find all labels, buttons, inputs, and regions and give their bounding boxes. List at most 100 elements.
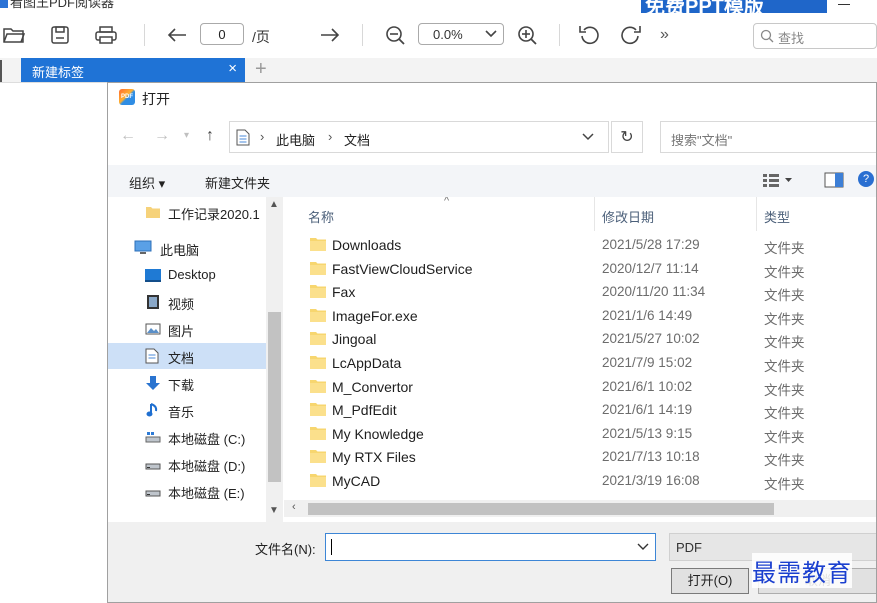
file-date: 2021/3/19 16:08 (602, 473, 700, 488)
file-row[interactable]: Jingoal 2021/5/27 10:02 文件夹 (284, 327, 876, 351)
column-header-modified[interactable]: 修改日期 (595, 197, 756, 231)
file-row[interactable]: Downloads 2021/5/28 17:29 文件夹 (284, 233, 876, 257)
nav-item-label: 本地磁盘 (D:) (168, 459, 246, 474)
drive-icon (145, 483, 161, 499)
drive-icon (145, 456, 161, 472)
nav-item-label: 文档 (168, 351, 195, 366)
picture-icon (145, 321, 161, 337)
rotate-left-icon[interactable] (576, 21, 604, 49)
back-arrow-icon[interactable]: ← (120, 127, 136, 145)
zoom-out-icon[interactable] (381, 21, 409, 49)
file-name: FastViewCloudService (332, 260, 473, 277)
nav-item-downloads[interactable]: 下载 (108, 370, 266, 396)
dialog-search-input[interactable]: 搜索"文档" (660, 121, 876, 153)
nav-item-videos[interactable]: 视频 (108, 289, 266, 315)
nav-item-drive-d[interactable]: 本地磁盘 (D:) (108, 451, 266, 477)
promo-text: 免费PPT模版 (645, 0, 764, 13)
file-row[interactable]: MyCAD 2021/3/19 16:08 文件夹 (284, 469, 876, 493)
search-input[interactable]: 查找 (753, 23, 877, 49)
breadcrumb-documents[interactable]: 文档 (344, 130, 370, 149)
address-bar[interactable]: › 此电脑 › 文档 (229, 121, 609, 153)
file-row[interactable]: My RTX Files 2021/7/13 10:18 文件夹 (284, 445, 876, 469)
open-folder-icon[interactable] (0, 21, 28, 49)
nav-item-label: 本地磁盘 (C:) (168, 432, 246, 447)
column-header-name[interactable]: 名称 ^ (284, 197, 594, 231)
file-name: My RTX Files (332, 449, 416, 466)
close-icon[interactable]: × (228, 60, 237, 77)
breadcrumb-this-pc[interactable]: 此电脑 (276, 130, 315, 149)
breadcrumb-separator[interactable]: › (260, 129, 264, 144)
document-icon (236, 129, 250, 149)
computer-icon (134, 240, 152, 256)
chevron-up-icon[interactable]: ▲ (269, 199, 279, 210)
refresh-icon[interactable]: ↻ (611, 121, 643, 153)
folder-icon (310, 379, 326, 393)
next-page-icon[interactable] (316, 21, 344, 49)
file-row[interactable]: Fax 2020/11/20 11:34 文件夹 (284, 280, 876, 304)
search-icon (760, 29, 774, 46)
filename-input[interactable] (325, 533, 656, 561)
horizontal-scrollbar[interactable]: ‹ (284, 500, 876, 517)
chevron-down-icon[interactable]: ▼ (269, 505, 279, 516)
chevron-down-icon (485, 26, 497, 43)
tab-new[interactable]: 新建标签 × (21, 58, 245, 82)
file-name: My Knowledge (332, 425, 424, 442)
minimize-icon[interactable] (838, 4, 850, 5)
file-row[interactable]: LcAppData 2021/7/9 15:02 文件夹 (284, 351, 876, 375)
file-type: 文件夹 (764, 429, 805, 445)
nav-item-this-pc[interactable]: 此电脑 (108, 235, 266, 261)
file-row[interactable]: ImageFor.exe 2021/1/6 14:49 文件夹 (284, 304, 876, 328)
document-icon (145, 348, 161, 364)
file-date: 2021/1/6 14:49 (602, 307, 693, 323)
file-name: M_Convertor (332, 378, 413, 395)
column-type-label: 类型 (764, 210, 791, 225)
file-row[interactable]: M_PdfEdit 2021/6/1 14:19 文件夹 (284, 398, 876, 422)
toolbar-divider (144, 24, 145, 46)
nav-item-drive-e[interactable]: 本地磁盘 (E:) (108, 478, 266, 504)
horizontal-scroll-thumb[interactable] (308, 503, 774, 515)
nav-scroll-thumb[interactable] (268, 312, 281, 482)
file-type: 文件夹 (764, 453, 805, 469)
view-options-button[interactable] (763, 173, 793, 190)
nav-scrollbar[interactable]: ▲ ▼ (266, 197, 283, 522)
file-row[interactable]: My Knowledge 2021/5/13 9:15 文件夹 (284, 422, 876, 446)
promo-banner[interactable]: 免费PPT模版 (641, 0, 827, 13)
nav-item-label: 图片 (168, 324, 195, 339)
filetype-value: PDF (676, 540, 702, 555)
print-icon[interactable] (92, 21, 120, 49)
nav-item-documents[interactable]: 文档 (108, 343, 266, 369)
open-button[interactable]: 打开(O) (671, 568, 749, 594)
nav-item-drive-c[interactable]: 本地磁盘 (C:) (108, 424, 266, 450)
recent-locations-icon[interactable]: ▾ (184, 130, 189, 141)
save-icon[interactable] (46, 21, 74, 49)
nav-item-music[interactable]: 音乐 (108, 397, 266, 423)
more-tools-button[interactable]: » (660, 26, 669, 44)
forward-arrow-icon[interactable]: → (154, 127, 170, 145)
breadcrumb-separator[interactable]: › (328, 129, 332, 144)
zoom-in-icon[interactable] (513, 21, 541, 49)
nav-item-desktop[interactable]: Desktop (108, 262, 266, 288)
zoom-select[interactable]: 0.0% (418, 23, 504, 45)
preview-pane-icon[interactable] (824, 172, 844, 191)
help-icon[interactable]: ? (858, 171, 874, 187)
new-folder-button[interactable]: 新建文件夹 (205, 173, 270, 192)
file-row[interactable]: FastViewCloudService 2020/12/7 11:14 文件夹 (284, 257, 876, 281)
file-name: MyCAD (332, 473, 381, 489)
chevron-down-icon[interactable] (637, 540, 649, 555)
up-arrow-icon[interactable]: ↑ (206, 127, 214, 145)
column-header-type[interactable]: 类型 (757, 197, 876, 231)
file-date: 2021/6/1 10:02 (602, 378, 693, 394)
nav-item-label: 下载 (168, 378, 195, 393)
add-tab-button[interactable]: + (255, 58, 267, 81)
toolbar-divider (362, 24, 363, 46)
nav-item-pictures[interactable]: 图片 (108, 316, 266, 342)
organize-button[interactable]: 组织 ▾ (129, 173, 165, 192)
prev-page-icon[interactable] (163, 21, 191, 49)
file-row[interactable]: M_Convertor 2021/6/1 10:02 文件夹 (284, 375, 876, 399)
chevron-left-icon[interactable]: ‹ (292, 501, 296, 513)
nav-item-label: 音乐 (168, 405, 195, 420)
chevron-down-icon[interactable] (582, 130, 594, 145)
rotate-right-icon[interactable] (616, 21, 644, 49)
page-number-input[interactable]: 0 (200, 23, 244, 45)
nav-item-work-log[interactable]: 工作记录2020.1 (108, 199, 266, 225)
